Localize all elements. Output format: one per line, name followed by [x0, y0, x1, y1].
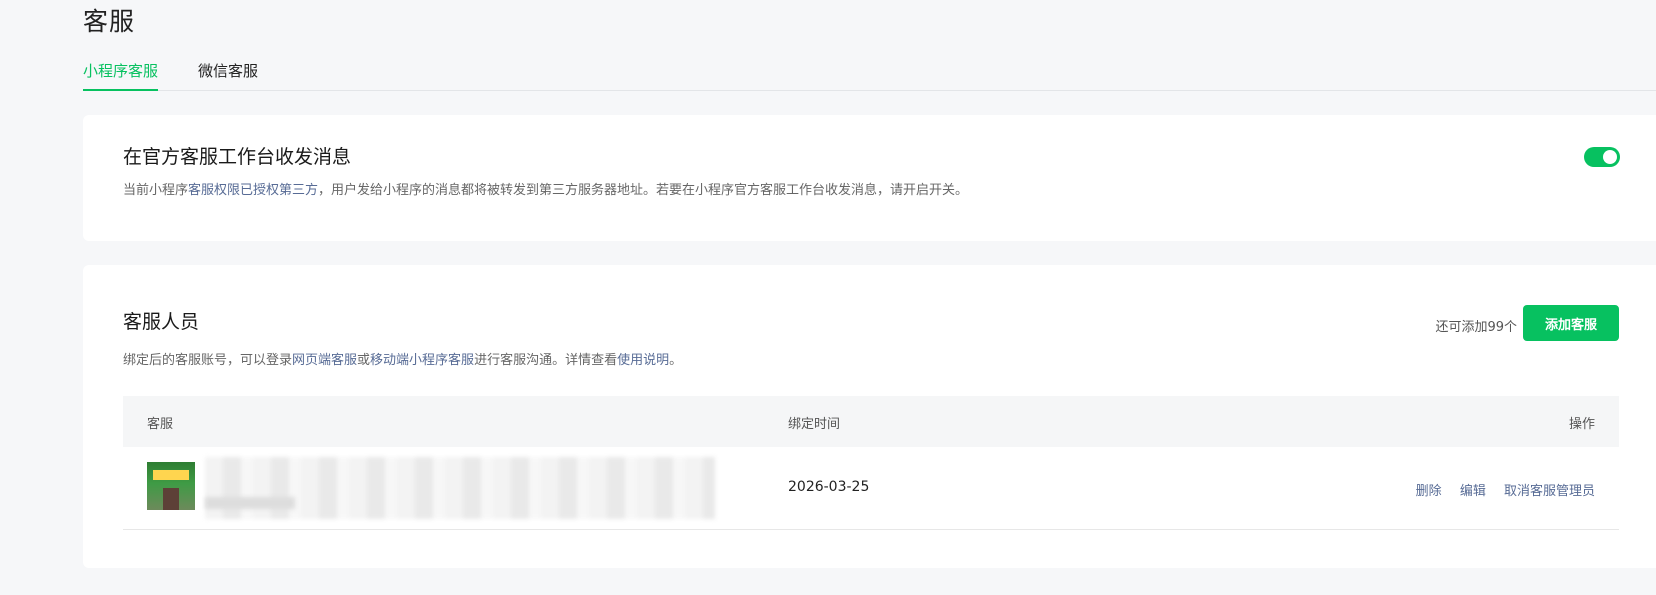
redacted-account-info	[205, 457, 715, 519]
desc-part2: 或	[357, 353, 371, 368]
revoke-admin-button[interactable]: 取消客服管理员	[1504, 484, 1595, 499]
desc-part1: 绑定后的客服账号，可以登录	[123, 353, 293, 368]
add-service-button[interactable]: 添加客服	[1523, 305, 1619, 341]
mobile-service-link[interactable]: 移动端小程序客服	[370, 353, 474, 368]
tab-bar: 小程序客服 微信客服	[83, 60, 1656, 91]
official-workbench-desc: 当前小程序客服权限已授权第三方，用户发给小程序的消息都将被转发到第三方服务器地址…	[123, 179, 968, 198]
web-service-link[interactable]: 网页端客服	[292, 353, 357, 368]
service-staff-desc: 绑定后的客服账号，可以登录网页端客服或移动端小程序客服进行客服沟通。详情查看使用…	[123, 349, 682, 368]
header-bind-time: 绑定时间	[788, 417, 841, 432]
bind-time-value: 2026-03-25	[788, 479, 870, 495]
toggle-knob	[1603, 150, 1617, 164]
avatar-door	[163, 488, 179, 510]
edit-button[interactable]: 编辑	[1460, 484, 1486, 499]
avatar-sign	[153, 470, 189, 480]
authorized-third-party-link[interactable]: 客服权限已授权第三方	[188, 183, 318, 198]
usage-guide-link[interactable]: 使用说明	[617, 353, 669, 368]
row-actions: 删除 编辑 取消客服管理员	[1402, 480, 1595, 499]
desc-part4: 。	[669, 353, 683, 368]
table-header: 客服 绑定时间 操作	[123, 396, 1619, 447]
tab-wechat-service[interactable]: 微信客服	[198, 60, 258, 90]
delete-button[interactable]: 删除	[1416, 484, 1442, 499]
official-workbench-toggle[interactable]	[1584, 147, 1620, 167]
table-row: 2026-03-25 删除 编辑 取消客服管理员	[123, 447, 1619, 530]
official-workbench-card: 在官方客服工作台收发消息 当前小程序客服权限已授权第三方，用户发给小程序的消息都…	[83, 115, 1656, 241]
desc-suffix: ，用户发给小程序的消息都将被转发到第三方服务器地址。若要在小程序官方客服工作台收…	[318, 183, 969, 198]
service-staff-card: 客服人员 绑定后的客服账号，可以登录网页端客服或移动端小程序客服进行客服沟通。详…	[83, 265, 1656, 568]
redacted-account-subinfo	[205, 497, 295, 509]
desc-prefix: 当前小程序	[123, 183, 189, 198]
remaining-count: 还可添加99个	[1435, 320, 1517, 335]
tab-miniprogram-service[interactable]: 小程序客服	[83, 60, 159, 91]
desc-part3: 进行客服沟通。详情查看	[474, 353, 618, 368]
official-workbench-title: 在官方客服工作台收发消息	[123, 146, 352, 168]
service-staff-table: 客服 绑定时间 操作 2026-03-25 删除 编辑 取消客服管理员	[123, 396, 1619, 530]
service-staff-title: 客服人员	[123, 311, 200, 333]
avatar	[147, 462, 195, 510]
header-agent: 客服	[147, 417, 174, 432]
page-title: 客服	[83, 7, 136, 36]
header-actions: 操作	[1568, 417, 1595, 432]
